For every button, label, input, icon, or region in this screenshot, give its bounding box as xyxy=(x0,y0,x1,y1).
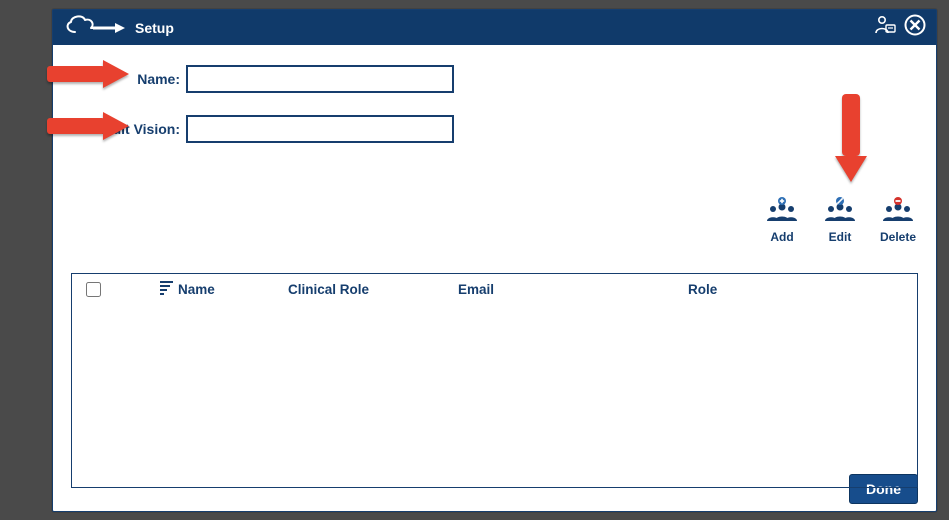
consult-vision-label: Consult Vision: xyxy=(71,121,186,137)
col-email-label[interactable]: Email xyxy=(458,282,688,297)
edit-people-icon xyxy=(822,197,858,228)
consult-vision-input[interactable] xyxy=(186,115,454,143)
grid-header: Name Clinical Role Email Role xyxy=(72,274,917,304)
setup-dialog: Setup Name: Consult Vision: xyxy=(52,9,937,512)
titlebar: Setup xyxy=(53,10,936,45)
delete-button[interactable]: Delete xyxy=(878,197,918,244)
dialog-title: Setup xyxy=(135,20,174,36)
col-clinical-role-label[interactable]: Clinical Role xyxy=(288,282,458,297)
name-input[interactable] xyxy=(186,65,454,93)
add-label: Add xyxy=(770,230,793,244)
col-name-label[interactable]: Name xyxy=(178,282,215,297)
add-button[interactable]: Add xyxy=(762,197,802,244)
edit-label: Edit xyxy=(829,230,852,244)
form-row-consult-vision: Consult Vision: xyxy=(71,115,918,143)
delete-label: Delete xyxy=(880,230,916,244)
dialog-body: Name: Consult Vision: xyxy=(53,45,936,467)
action-strip: Add Edit xyxy=(762,197,918,244)
sort-icon[interactable] xyxy=(160,283,174,295)
close-icon[interactable] xyxy=(904,14,926,41)
edit-button[interactable]: Edit xyxy=(820,197,860,244)
form-row-name: Name: xyxy=(71,65,918,93)
user-card-icon[interactable] xyxy=(874,15,896,40)
name-label: Name: xyxy=(71,71,186,87)
select-all-checkbox[interactable] xyxy=(86,282,101,297)
cloud-arrow-icon xyxy=(61,14,125,41)
add-people-icon xyxy=(764,197,800,228)
members-grid: Name Clinical Role Email Role xyxy=(71,273,918,488)
col-role-label[interactable]: Role xyxy=(688,282,917,297)
delete-people-icon xyxy=(880,197,916,228)
